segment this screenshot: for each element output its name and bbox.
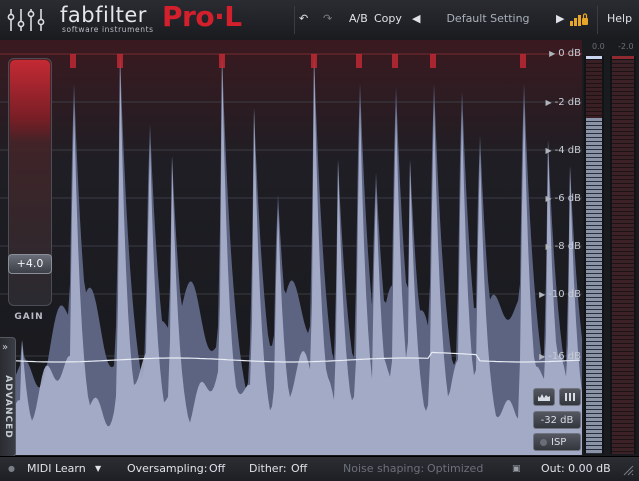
output-meters: 0.0 -2.0 <box>582 40 639 456</box>
triangle-right-icon: ▶ <box>545 146 552 155</box>
oversampling-label: Oversampling: <box>127 462 208 475</box>
preset-name-display[interactable]: Default Setting <box>432 10 544 28</box>
header-divider <box>597 6 598 34</box>
header-divider <box>294 6 295 34</box>
window-size-icon[interactable]: ▣ <box>512 461 521 477</box>
advanced-label: ADVANCED <box>3 375 13 439</box>
clip-marker <box>392 54 398 68</box>
clip-marker <box>117 54 123 68</box>
led-off-icon <box>540 438 547 446</box>
ab-compare-button[interactable]: A/B <box>349 10 368 28</box>
waveform-icon <box>538 394 550 401</box>
clip-marker <box>520 54 526 68</box>
triangle-right-icon: ▶ <box>545 194 552 203</box>
triangle-right-icon: ▶ <box>539 290 546 299</box>
clip-marker <box>70 54 76 68</box>
clip-marker <box>219 54 225 68</box>
clip-marker <box>430 54 436 68</box>
db-scale-label: ▶ -4 dB <box>545 145 581 156</box>
gain-value-display[interactable]: +4.0 <box>8 254 52 274</box>
gain-label: GAIN <box>14 312 44 322</box>
noise-shaping-value[interactable]: Optimized <box>427 461 483 477</box>
waveform-display: ▶ 0 dB ▶ -2 dB ▶ -4 dB ▶ -6 dB ▶ -8 dB ▶ -10 d… <box>0 40 639 457</box>
triangle-down-icon: ▼ <box>95 464 102 473</box>
next-preset-button[interactable]: ▶ <box>556 10 564 28</box>
undo-icon: ↶ <box>299 12 309 25</box>
triangle-right-icon: ▶ <box>556 12 565 25</box>
output-gain-value[interactable]: Out: 0.00 dB <box>541 461 611 477</box>
right-level-meter <box>610 56 636 454</box>
copy-button[interactable]: Copy <box>374 10 402 28</box>
right-peak-readout: -2.0 <box>618 42 634 51</box>
db-scale-label: ▶ -2 dB <box>545 97 581 108</box>
dither-value[interactable]: Off <box>291 461 307 477</box>
triangle-right-icon: ▶ <box>549 49 556 58</box>
brand-tagline: software instruments <box>62 25 154 34</box>
clip-marker <box>356 54 362 68</box>
redo-button[interactable]: ↷ <box>323 10 332 28</box>
resize-grip-icon[interactable] <box>622 464 634 476</box>
footer-bar: ● MIDI Learn ▼ Oversampling: Off Dither:… <box>0 456 639 481</box>
db-scale-label: ▶ -6 dB <box>545 193 581 204</box>
left-level-meter <box>584 56 604 454</box>
dither-label: Dither: <box>249 462 287 475</box>
header-bar: fabfilter software instruments Pro·L ↶ ↷… <box>0 0 639 41</box>
midi-learn-button[interactable]: MIDI Learn <box>27 461 86 477</box>
brand-name: fabfilter <box>60 3 147 27</box>
signal-bars-icon <box>570 13 588 26</box>
midi-indicator-icon: ● <box>8 464 15 473</box>
bars-icon <box>565 393 575 401</box>
clip-marker <box>311 54 317 68</box>
db-scale-label: ▶ -16 dB <box>539 351 581 362</box>
noise-shaping-label: Noise shaping: <box>343 462 425 475</box>
left-peak-readout: 0.0 <box>592 42 605 51</box>
db-scale-label: ▶ 0 dB <box>549 48 581 59</box>
display-range-button[interactable]: -32 dB <box>533 411 581 429</box>
triangle-left-icon: ◀ <box>412 12 421 25</box>
limiter-waveform <box>0 53 582 455</box>
db-scale-label: ▶ -8 dB <box>545 241 581 252</box>
triangle-right-icon: ▶ <box>545 242 552 251</box>
product-name: Pro·L <box>162 0 242 33</box>
previous-preset-button[interactable]: ◀ <box>412 10 420 28</box>
gain-slider-fill <box>10 60 50 142</box>
isp-toggle[interactable]: ISP <box>533 433 581 451</box>
undo-button[interactable]: ↶ <box>299 10 308 28</box>
meter-mode-button[interactable] <box>559 388 581 406</box>
db-scale-label: ▶ -10 dB <box>539 289 581 300</box>
oversampling-value[interactable]: Off <box>209 461 225 477</box>
triangle-right-icon: ▶ <box>539 352 546 361</box>
redo-icon: ↷ <box>323 12 333 25</box>
double-chevron-right-icon: » <box>2 342 9 353</box>
fabfilter-logo-icon <box>7 9 45 31</box>
advanced-panel-toggle[interactable]: » ADVANCED <box>0 337 16 457</box>
midi-learn-dropdown[interactable]: ▼ <box>95 461 101 477</box>
help-button[interactable]: Help <box>607 10 632 28</box>
triangle-right-icon: ▶ <box>545 98 552 107</box>
waveform-mode-button[interactable] <box>533 388 555 406</box>
